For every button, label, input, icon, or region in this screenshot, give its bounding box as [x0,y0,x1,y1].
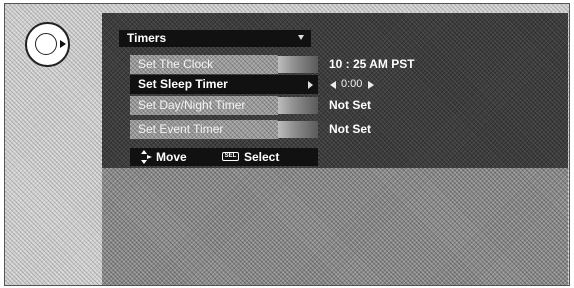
menu-item-shade [278,56,318,73]
triangle-left-icon[interactable] [330,81,336,89]
menu-item-set-day-night-timer[interactable]: Set Day/Night Timer [130,96,318,115]
updown-right-arrows-icon [141,150,152,164]
menu-item-set-event-timer[interactable]: Set Event Timer [130,120,318,139]
clock-value: 10 : 25 AM PST [329,57,415,71]
menu-title[interactable]: Timers [119,30,311,47]
triangle-right-icon[interactable] [368,81,374,89]
move-hint-label: Move [156,150,187,164]
select-hint-label: Select [244,150,280,164]
caret-down-icon [298,35,304,40]
remote-button-ring [35,33,57,55]
remote-right-button-icon [25,22,70,67]
screen-lower-area [102,168,568,285]
menu-item-set-the-clock[interactable]: Set The Clock [130,55,318,74]
day-night-timer-value: Not Set [329,98,371,112]
menu-item-label: Set Day/Night Timer [130,96,278,115]
menu-item-shade [278,97,318,114]
sleep-timer-stepper[interactable]: 0:00 [330,75,390,94]
triangle-right-icon [308,81,313,89]
menu-item-label: Set The Clock [130,55,278,74]
menu-item-shade [278,121,318,138]
event-timer-value: Not Set [329,122,371,136]
menu-item-set-sleep-timer[interactable]: Set Sleep Timer [130,75,318,94]
menu-item-label: Set Event Timer [130,120,278,139]
triangle-right-icon [60,40,66,48]
sleep-timer-value: 0:00 [341,78,363,90]
help-bar: Move SEL Select [130,148,318,166]
menu-title-label: Timers [127,31,167,45]
menu-item-label: Set Sleep Timer [130,75,318,94]
sel-key-icon: SEL [222,152,239,161]
